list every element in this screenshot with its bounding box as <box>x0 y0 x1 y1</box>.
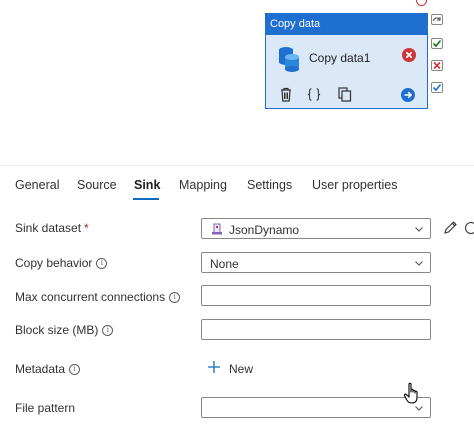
max-concurrent-connections-input[interactable] <box>201 285 431 306</box>
metadata-label: Metadata i <box>15 362 81 376</box>
copy-icon[interactable] <box>338 87 352 102</box>
info-icon[interactable]: i <box>69 364 81 375</box>
chevron-down-icon <box>415 227 423 232</box>
error-icon[interactable] <box>402 48 416 62</box>
sink-dataset-value: JsonDynamo <box>229 223 300 237</box>
code-icon[interactable] <box>307 87 321 102</box>
completion-check-icon[interactable] <box>431 82 443 93</box>
tab-mapping[interactable]: Mapping <box>179 178 227 192</box>
database-icon <box>279 47 299 72</box>
block-size-input[interactable] <box>201 319 431 340</box>
tab-user-properties[interactable]: User properties <box>312 178 397 192</box>
info-icon[interactable]: i <box>96 258 108 269</box>
dataset-icon <box>212 223 222 235</box>
copy-data-activity[interactable]: Copy data Copy data1 <box>265 13 428 109</box>
tab-settings[interactable]: Settings <box>247 178 292 192</box>
required-asterisk: * <box>84 221 89 235</box>
info-icon[interactable]: i <box>169 292 181 303</box>
tab-source[interactable]: Source <box>77 178 117 192</box>
activity-type-header: Copy data <box>266 14 427 35</box>
canvas-divider <box>0 165 474 166</box>
sink-dataset-label: Sink dataset * <box>15 221 89 235</box>
add-output-circle-icon[interactable] <box>416 0 427 6</box>
new-dataset-icon[interactable] <box>465 222 474 234</box>
active-tab-indicator <box>133 198 159 200</box>
chevron-down-icon <box>415 261 423 266</box>
info-icon[interactable]: i <box>102 325 114 336</box>
tab-sink[interactable]: Sink <box>134 178 160 192</box>
edit-pencil-icon[interactable] <box>443 220 458 235</box>
sink-dataset-select[interactable]: JsonDynamo <box>201 218 431 239</box>
new-label: New <box>229 362 254 376</box>
hand-cursor-icon <box>403 382 418 404</box>
file-pattern-select[interactable] <box>201 397 431 418</box>
block-size-label: Block size (MB) i <box>15 323 114 337</box>
copy-behavior-value: None <box>210 257 239 271</box>
failure-x-icon[interactable] <box>431 60 443 71</box>
success-check-icon[interactable] <box>431 38 443 49</box>
max-concurrent-connections-label: Max concurrent connections i <box>15 290 181 304</box>
tab-general[interactable]: General <box>15 178 59 192</box>
copy-behavior-select[interactable]: None <box>201 252 431 273</box>
activity-name: Copy data1 <box>309 51 371 65</box>
pipeline-canvas[interactable]: Copy data Copy data1 <box>0 0 474 165</box>
skip-icon[interactable] <box>431 14 443 25</box>
delete-icon[interactable] <box>279 87 293 102</box>
file-pattern-label: File pattern <box>15 401 76 415</box>
go-icon[interactable] <box>401 88 415 102</box>
copy-behavior-label: Copy behavior i <box>15 256 108 270</box>
plus-icon <box>208 361 220 373</box>
